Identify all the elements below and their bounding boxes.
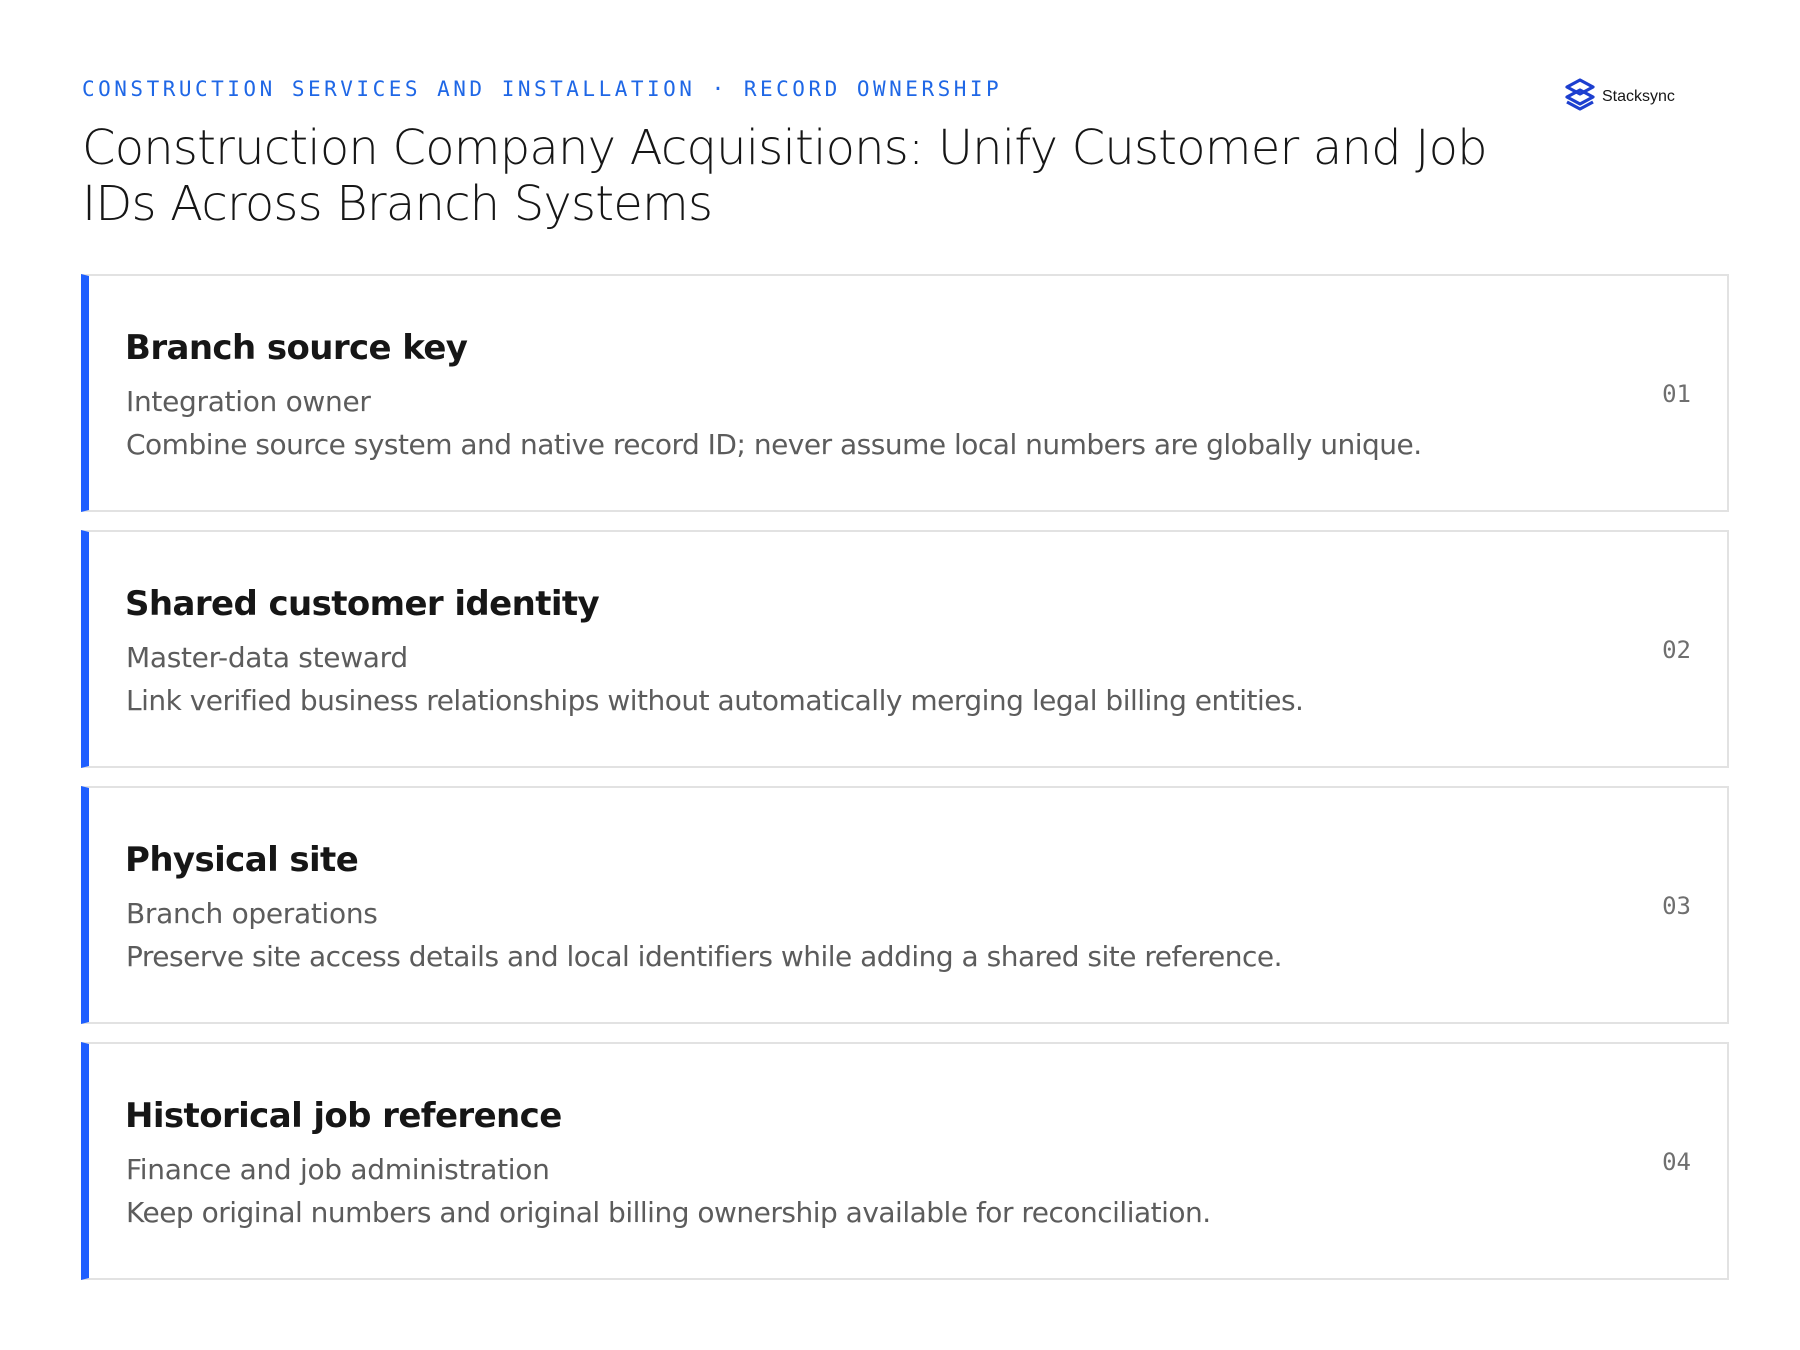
brand-logo: Stacksync	[1564, 78, 1675, 116]
card-owner: Master-data steward	[126, 641, 408, 674]
stacksync-logo-icon	[1564, 78, 1596, 116]
brand-name: Stacksync	[1602, 88, 1675, 105]
card-number: 01	[1662, 380, 1691, 408]
ownership-card: Physical site Branch operations Preserve…	[81, 786, 1729, 1024]
card-description: Combine source system and native record …	[126, 428, 1422, 461]
page-title: Construction Company Acquisitions: Unify…	[82, 120, 1488, 232]
card-owner: Finance and job administration	[126, 1153, 550, 1186]
ownership-card: Shared customer identity Master-data ste…	[81, 530, 1729, 768]
ownership-card-list: Branch source key Integration owner Comb…	[81, 274, 1729, 1298]
card-owner: Integration owner	[126, 385, 371, 418]
card-title: Physical site	[125, 840, 359, 880]
card-number: 04	[1662, 1148, 1691, 1176]
card-title: Shared customer identity	[125, 584, 600, 624]
card-title: Historical job reference	[125, 1096, 562, 1136]
card-number: 02	[1662, 636, 1691, 664]
ownership-card: Historical job reference Finance and job…	[81, 1042, 1729, 1280]
ownership-card: Branch source key Integration owner Comb…	[81, 274, 1729, 512]
card-owner: Branch operations	[126, 897, 378, 930]
eyebrow-label: CONSTRUCTION SERVICES AND INSTALLATION ·…	[82, 77, 1003, 101]
card-description: Keep original numbers and original billi…	[126, 1196, 1211, 1229]
card-description: Link verified business relationships wit…	[126, 684, 1304, 717]
card-number: 03	[1662, 892, 1691, 920]
card-title: Branch source key	[125, 328, 468, 368]
card-description: Preserve site access details and local i…	[126, 940, 1282, 973]
